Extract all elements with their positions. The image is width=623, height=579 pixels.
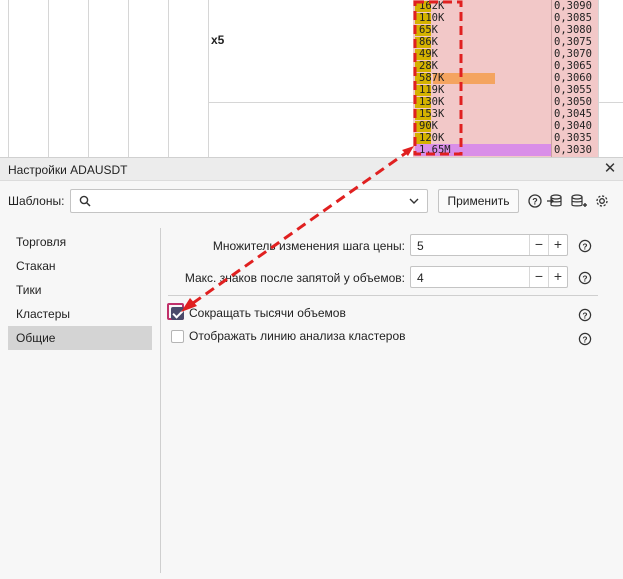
chevron-down-icon xyxy=(409,198,419,204)
shorten-thousands-label[interactable]: Сокращать тысячи объемов xyxy=(189,306,346,320)
price-cell: 0,3060 xyxy=(554,72,592,84)
sidebar-item-orderbook[interactable]: Стакан xyxy=(8,254,152,278)
sidebar-item-clusters[interactable]: Кластеры xyxy=(8,302,152,326)
step-multiplier-stepper[interactable]: 5 − + xyxy=(410,234,568,256)
price-cell: 0,3075 xyxy=(554,36,592,48)
volume-cell: 587K xyxy=(419,72,445,84)
templates-select[interactable] xyxy=(70,189,428,213)
volume-cell: 86K xyxy=(419,36,438,48)
ladder-row: 86K 0,3075 xyxy=(413,36,598,48)
volume-cell: 130K xyxy=(419,96,445,108)
volume-cell: 153K xyxy=(419,108,445,120)
svg-text:?: ? xyxy=(582,241,587,251)
volume-cell: 65K xyxy=(419,24,438,36)
templates-label: Шаблоны: xyxy=(8,194,65,208)
price-cell: 0,3080 xyxy=(554,24,592,36)
volume-decimals-stepper[interactable]: 4 − + xyxy=(410,266,568,288)
ladder-row: 162K 0,3090 xyxy=(413,0,598,12)
price-cell: 0,3035 xyxy=(554,132,592,144)
svg-text:?: ? xyxy=(532,197,538,207)
volume-cell: 28K xyxy=(419,60,438,72)
price-cell: 0,3040 xyxy=(554,120,592,132)
dialog-titlebar: Настройки ADAUSDT ✕ xyxy=(0,158,623,181)
show-analysis-line-label[interactable]: Отображать линию анализа кластеров xyxy=(189,329,406,343)
price-cell: 0,3055 xyxy=(554,84,592,96)
ladder-row: 110K 0,3085 xyxy=(413,12,598,24)
chart-gridline xyxy=(168,0,169,157)
price-cell: 0,3090 xyxy=(554,0,592,12)
shorten-thousands-checkbox[interactable] xyxy=(171,307,184,320)
svg-text:?: ? xyxy=(582,310,587,320)
sidebar-item-ticks[interactable]: Тики xyxy=(8,278,152,302)
help-icon[interactable]: ? xyxy=(527,193,543,209)
apply-button[interactable]: Применить xyxy=(438,189,519,213)
help-icon[interactable]: ? xyxy=(578,308,592,322)
price-cell: 0,3070 xyxy=(554,48,592,60)
sidebar-item-trading[interactable]: Торговля xyxy=(8,230,152,254)
ladder-row: 28K 0,3065 xyxy=(413,60,598,72)
dialog-title: Настройки ADAUSDT xyxy=(8,163,128,177)
price-cell: 0,3050 xyxy=(554,96,592,108)
ladder-row-poc: 1.65M 0,3030 xyxy=(413,144,598,156)
volume-cell: 162K xyxy=(419,0,445,12)
volume-cell: 120K xyxy=(419,132,445,144)
settings-dialog: Настройки ADAUSDT ✕ Шаблоны: Применить ? xyxy=(0,157,623,579)
price-cell: 0,3085 xyxy=(554,12,592,24)
show-analysis-line-checkbox[interactable] xyxy=(171,330,184,343)
close-icon[interactable]: ✕ xyxy=(601,160,619,178)
search-icon xyxy=(79,195,91,207)
help-icon[interactable]: ? xyxy=(578,271,592,285)
multiplier-label: x5 xyxy=(211,33,225,47)
ladder-row: 119K 0,3055 xyxy=(413,84,598,96)
svg-text:?: ? xyxy=(582,273,587,283)
settings-sidebar: Торговля Стакан Тики Кластеры Общие xyxy=(8,230,152,350)
sidebar-item-general[interactable]: Общие xyxy=(8,326,152,350)
volume-cell: 119K xyxy=(419,84,445,96)
chart-gridline xyxy=(208,0,209,157)
help-icon[interactable]: ? xyxy=(578,239,592,253)
section-separator xyxy=(168,295,598,296)
volume-cell: 110K xyxy=(419,12,445,24)
volume-cell: 1.65M xyxy=(419,144,451,156)
volume-cell: 49K xyxy=(419,48,438,60)
ladder-row-max-volume: 587K 0,3060 xyxy=(413,72,598,84)
volume-decimals-label: Макс. знаков после запятой у объемов: xyxy=(184,271,405,285)
chart-gridline xyxy=(8,0,9,157)
step-multiplier-label: Множитель изменения шага цены: xyxy=(212,239,405,253)
chart-gridline xyxy=(88,0,89,157)
volume-decimals-value[interactable]: 4 xyxy=(417,271,424,285)
chart-gridline xyxy=(128,0,129,157)
increment-button[interactable]: + xyxy=(548,235,567,255)
price-cell: 0,3030 xyxy=(554,144,592,156)
step-multiplier-value[interactable]: 5 xyxy=(417,239,424,253)
ladder-row: 65K 0,3080 xyxy=(413,24,598,36)
save-template-icon[interactable] xyxy=(571,193,587,209)
chart-gridline xyxy=(48,0,49,157)
svg-text:?: ? xyxy=(582,334,587,344)
price-ladder: 162K 0,3090 110K 0,3085 65K 0,3080 86K 0,307… xyxy=(413,0,598,157)
ladder-row: 130K 0,3050 xyxy=(413,96,598,108)
help-icon[interactable]: ? xyxy=(578,332,592,346)
gear-icon[interactable] xyxy=(594,193,610,209)
increment-button[interactable]: + xyxy=(548,267,567,287)
decrement-button[interactable]: − xyxy=(529,235,548,255)
ladder-row: 153K 0,3045 xyxy=(413,108,598,120)
chart-gridline xyxy=(598,0,599,157)
ladder-row: 120K 0,3035 xyxy=(413,132,598,144)
ladder-row: 90K 0,3040 xyxy=(413,120,598,132)
volume-cell: 90K xyxy=(419,120,438,132)
load-template-icon[interactable] xyxy=(547,193,563,209)
ladder-row: 49K 0,3070 xyxy=(413,48,598,60)
decrement-button[interactable]: − xyxy=(529,267,548,287)
price-cell: 0,3045 xyxy=(554,108,592,120)
price-cell: 0,3065 xyxy=(554,60,592,72)
cluster-chart: x5 162K 0,3090 110K 0,3085 65K 0,3080 86K 0,… xyxy=(0,0,623,157)
